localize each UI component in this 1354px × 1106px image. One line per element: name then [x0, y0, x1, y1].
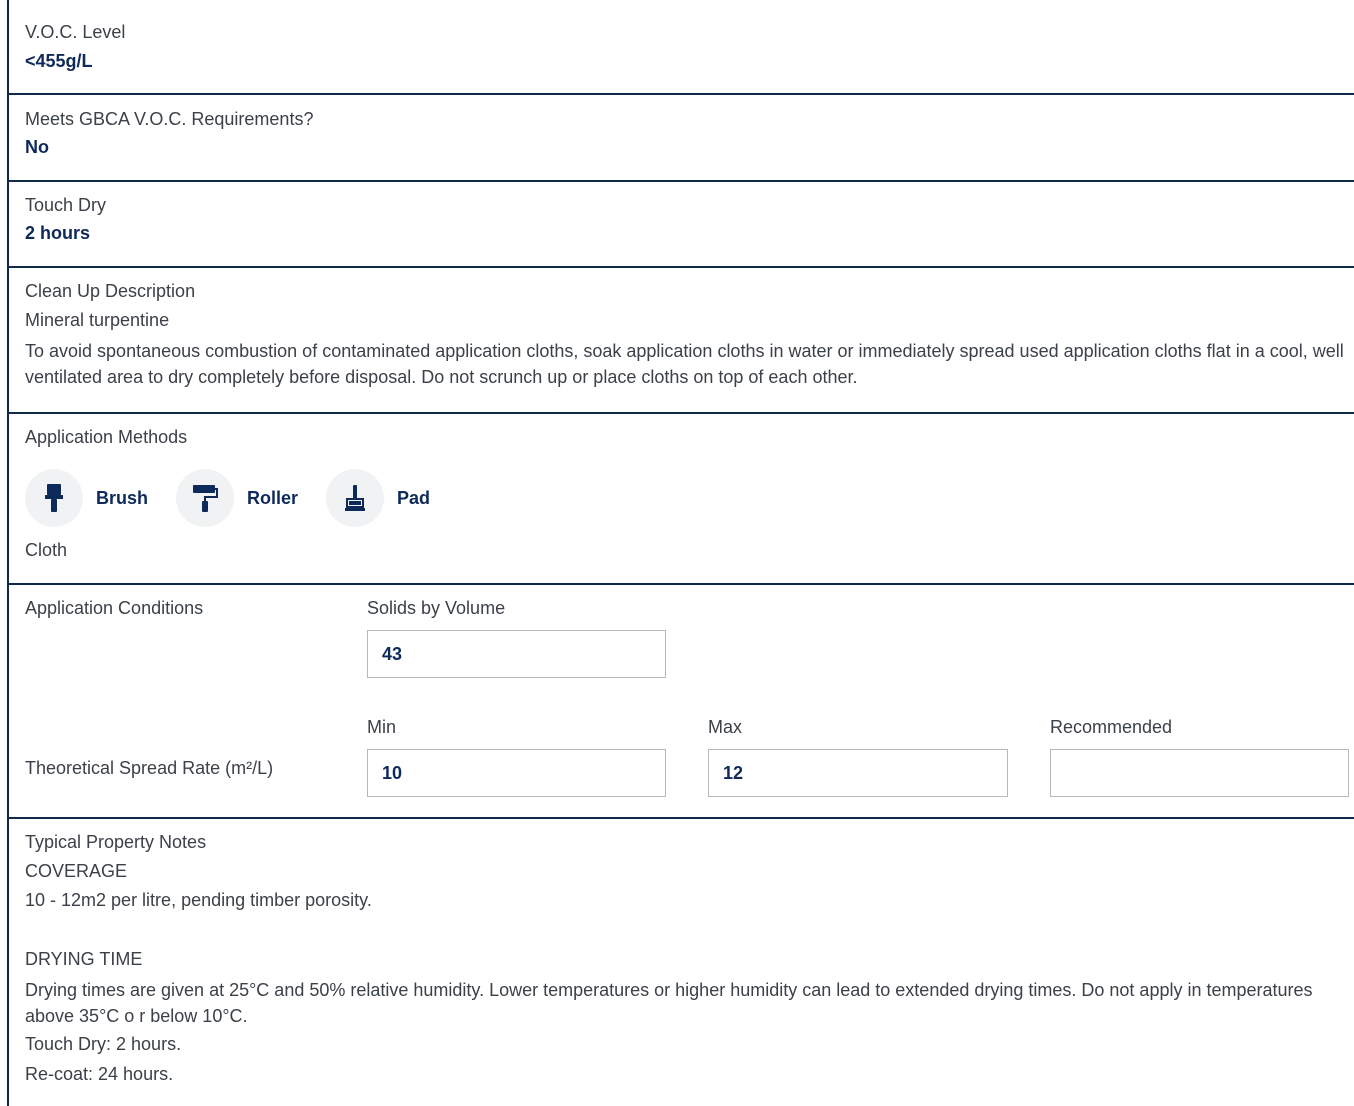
gbca-label: Meets GBCA V.O.C. Requirements?	[25, 109, 314, 129]
coverage-text: 10 - 12m2 per litre, pending timber poro…	[25, 890, 372, 910]
clean-up-section: Clean Up Description Mineral turpentine …	[9, 268, 1354, 414]
clean-up-label: Clean Up Description	[25, 281, 196, 301]
method-roller-label: Roller	[247, 487, 299, 508]
touch-dry-section: Touch Dry 2 hours	[9, 182, 1354, 268]
drying-text: Drying times are given at 25°C and 50% r…	[25, 980, 1313, 1026]
application-conditions-label: Application Conditions	[25, 598, 204, 618]
gbca-value: No	[25, 137, 49, 157]
solids-by-volume-field[interactable]	[367, 630, 666, 678]
coverage-heading: COVERAGE	[25, 861, 128, 881]
spread-max-label: Max	[708, 717, 743, 737]
gbca-section: Meets GBCA V.O.C. Requirements? No	[9, 95, 1354, 182]
spread-min-label: Min	[367, 717, 397, 737]
voc-section: V.O.C. Level <455g/L	[9, 0, 1354, 95]
spread-min-field[interactable]	[367, 749, 666, 797]
method-brush-label: Brush	[96, 487, 149, 508]
application-conditions-section: Application Conditions Solids by Volume …	[9, 585, 1354, 819]
brush-icon	[25, 469, 83, 527]
method-brush[interactable]: Brush	[25, 469, 148, 527]
property-notes-label: Typical Property Notes	[25, 832, 207, 852]
roller-icon	[176, 469, 235, 527]
drying-heading: DRYING TIME	[25, 949, 143, 969]
application-methods-section: Application Methods Brush Roller Pad Clo…	[9, 414, 1354, 585]
clean-up-description: To avoid spontaneous combustion of conta…	[25, 341, 1344, 387]
touch-dry-label: Touch Dry	[25, 195, 107, 215]
spread-max-field[interactable]	[708, 749, 1008, 797]
pad-icon	[326, 469, 385, 527]
touch-dry-value: 2 hours	[25, 223, 91, 243]
touch-dry-note: Touch Dry: 2 hours.	[25, 1034, 182, 1054]
spread-recommended-field[interactable]	[1050, 749, 1349, 797]
application-methods-other: Cloth	[25, 540, 68, 560]
voc-value: <455g/L	[25, 51, 93, 71]
application-methods-label: Application Methods	[25, 427, 188, 447]
method-roller[interactable]: Roller	[176, 469, 298, 527]
method-pad-label: Pad	[397, 487, 431, 508]
spread-recommended-label: Recommended	[1050, 717, 1173, 737]
clean-up-solvent: Mineral turpentine	[25, 310, 170, 330]
recoat-note: Re-coat: 24 hours.	[25, 1064, 174, 1084]
application-methods-list: Brush Roller Pad	[25, 469, 458, 527]
solids-by-volume-label: Solids by Volume	[367, 598, 506, 618]
spread-rate-label: Theoretical Spread Rate (m²/L)	[25, 758, 274, 778]
product-spec-panel: V.O.C. Level <455g/L Meets GBCA V.O.C. R…	[7, 0, 1354, 1106]
method-pad[interactable]: Pad	[326, 469, 430, 527]
property-notes-section: Typical Property Notes COVERAGE 10 - 12m…	[9, 819, 1354, 1106]
voc-label: V.O.C. Level	[25, 22, 126, 42]
